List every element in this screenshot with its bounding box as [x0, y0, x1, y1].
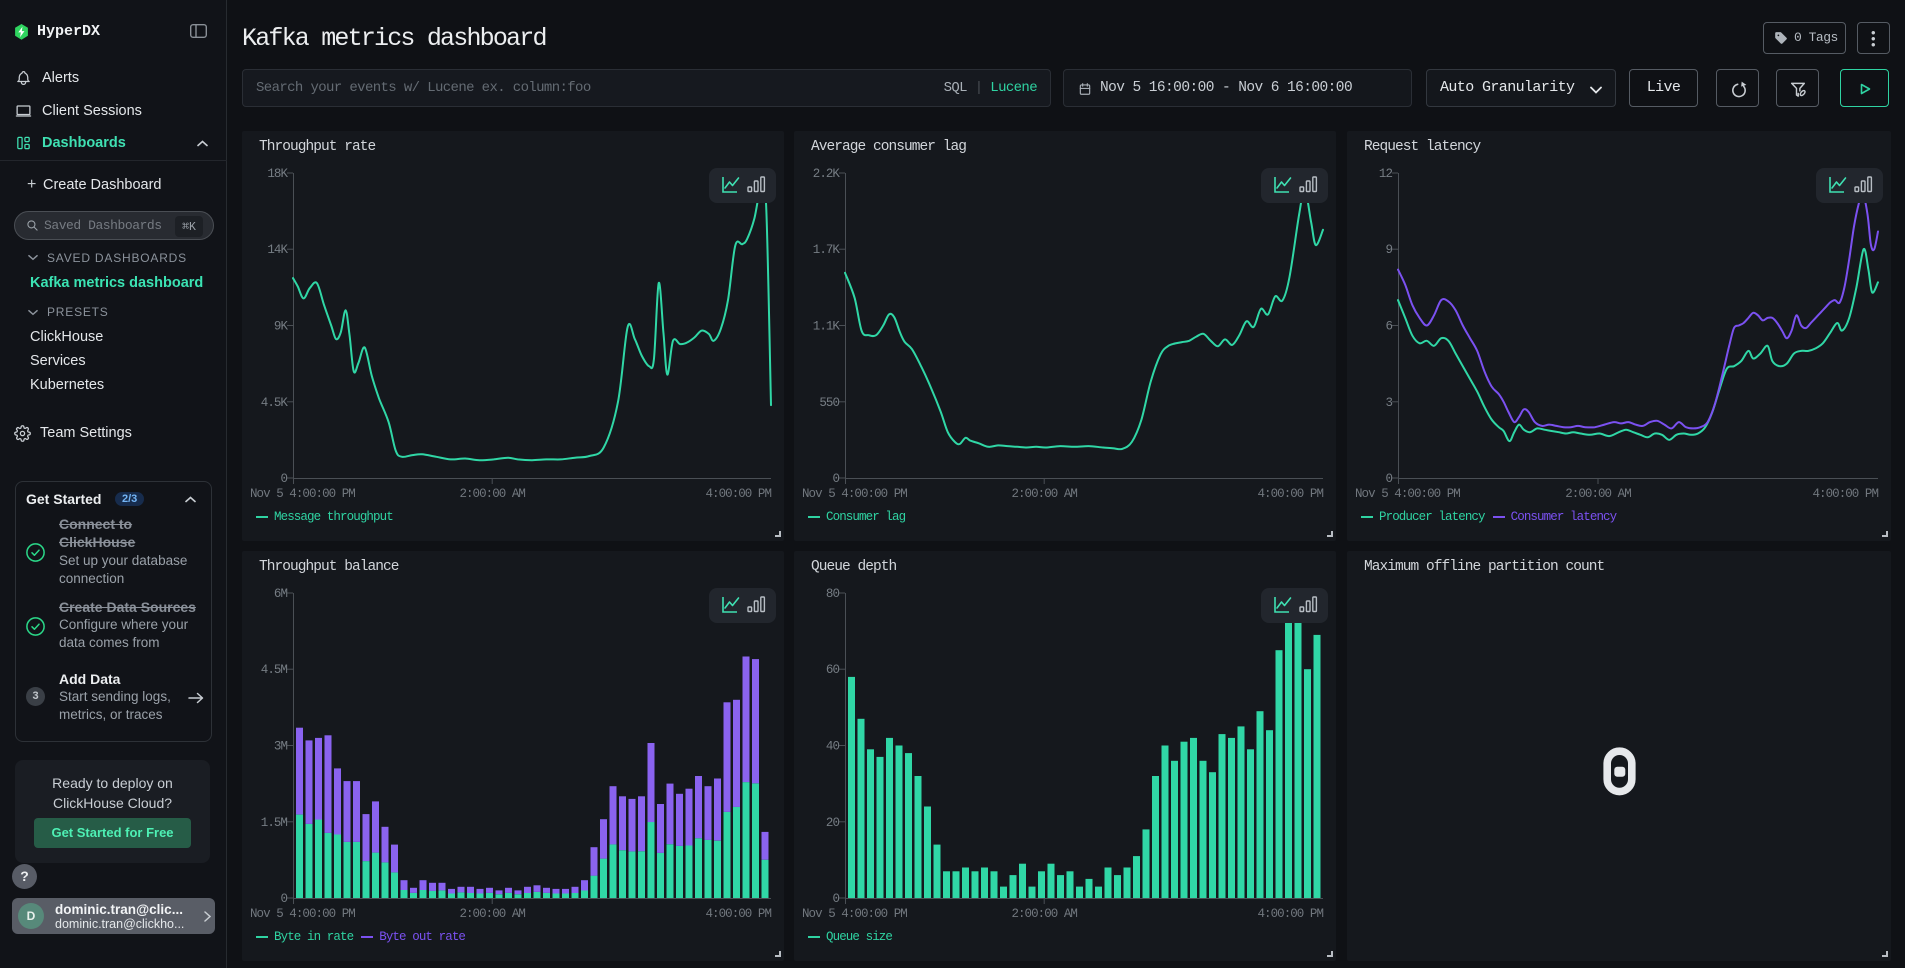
svg-text:4:00:00 PM: 4:00:00 PM [1812, 487, 1878, 501]
svg-text:2:00:00 AM: 2:00:00 AM [1011, 487, 1077, 501]
svg-text:6M: 6M [274, 587, 288, 601]
svg-text:9K: 9K [274, 320, 289, 334]
svg-text:9: 9 [1385, 243, 1392, 257]
svg-text:18K: 18K [267, 167, 288, 181]
svg-text:3M: 3M [274, 740, 288, 754]
svg-text:4:00:00 PM: 4:00:00 PM [1257, 907, 1323, 921]
svg-text:Nov 5 4:00:00 PM: Nov 5 4:00:00 PM [802, 907, 907, 921]
svg-text:80: 80 [826, 587, 840, 601]
svg-text:0: 0 [280, 472, 287, 486]
svg-text:2:00:00 AM: 2:00:00 AM [1565, 487, 1631, 501]
svg-text:0: 0 [832, 472, 839, 486]
svg-text:550: 550 [819, 396, 839, 410]
svg-text:3: 3 [1385, 396, 1392, 410]
svg-text:0: 0 [280, 892, 287, 906]
svg-text:Nov 5 4:00:00 PM: Nov 5 4:00:00 PM [1355, 487, 1460, 501]
svg-text:4.5M: 4.5M [261, 663, 288, 677]
svg-text:Nov 5 4:00:00 PM: Nov 5 4:00:00 PM [250, 907, 355, 921]
svg-text:2:00:00 AM: 2:00:00 AM [1011, 907, 1077, 921]
svg-text:4:00:00 PM: 4:00:00 PM [705, 907, 771, 921]
svg-text:14K: 14K [267, 243, 288, 257]
svg-text:40: 40 [826, 740, 840, 754]
svg-text:4:00:00 PM: 4:00:00 PM [1257, 487, 1323, 501]
svg-text:2.2K: 2.2K [813, 167, 841, 181]
svg-text:4.5K: 4.5K [261, 396, 289, 410]
svg-text:6: 6 [1385, 320, 1392, 334]
svg-text:60: 60 [826, 663, 840, 677]
svg-text:0: 0 [832, 892, 839, 906]
svg-text:Nov 5 4:00:00 PM: Nov 5 4:00:00 PM [802, 487, 907, 501]
svg-text:0: 0 [1385, 472, 1392, 486]
svg-text:2:00:00 AM: 2:00:00 AM [459, 907, 525, 921]
svg-text:1.5M: 1.5M [261, 816, 288, 830]
svg-text:20: 20 [826, 816, 840, 830]
svg-text:1.1K: 1.1K [813, 320, 841, 334]
svg-text:Nov 5 4:00:00 PM: Nov 5 4:00:00 PM [250, 487, 355, 501]
svg-text:1.7K: 1.7K [813, 243, 841, 257]
svg-text:12: 12 [1379, 167, 1393, 181]
svg-text:4:00:00 PM: 4:00:00 PM [705, 487, 771, 501]
svg-text:2:00:00 AM: 2:00:00 AM [459, 487, 525, 501]
